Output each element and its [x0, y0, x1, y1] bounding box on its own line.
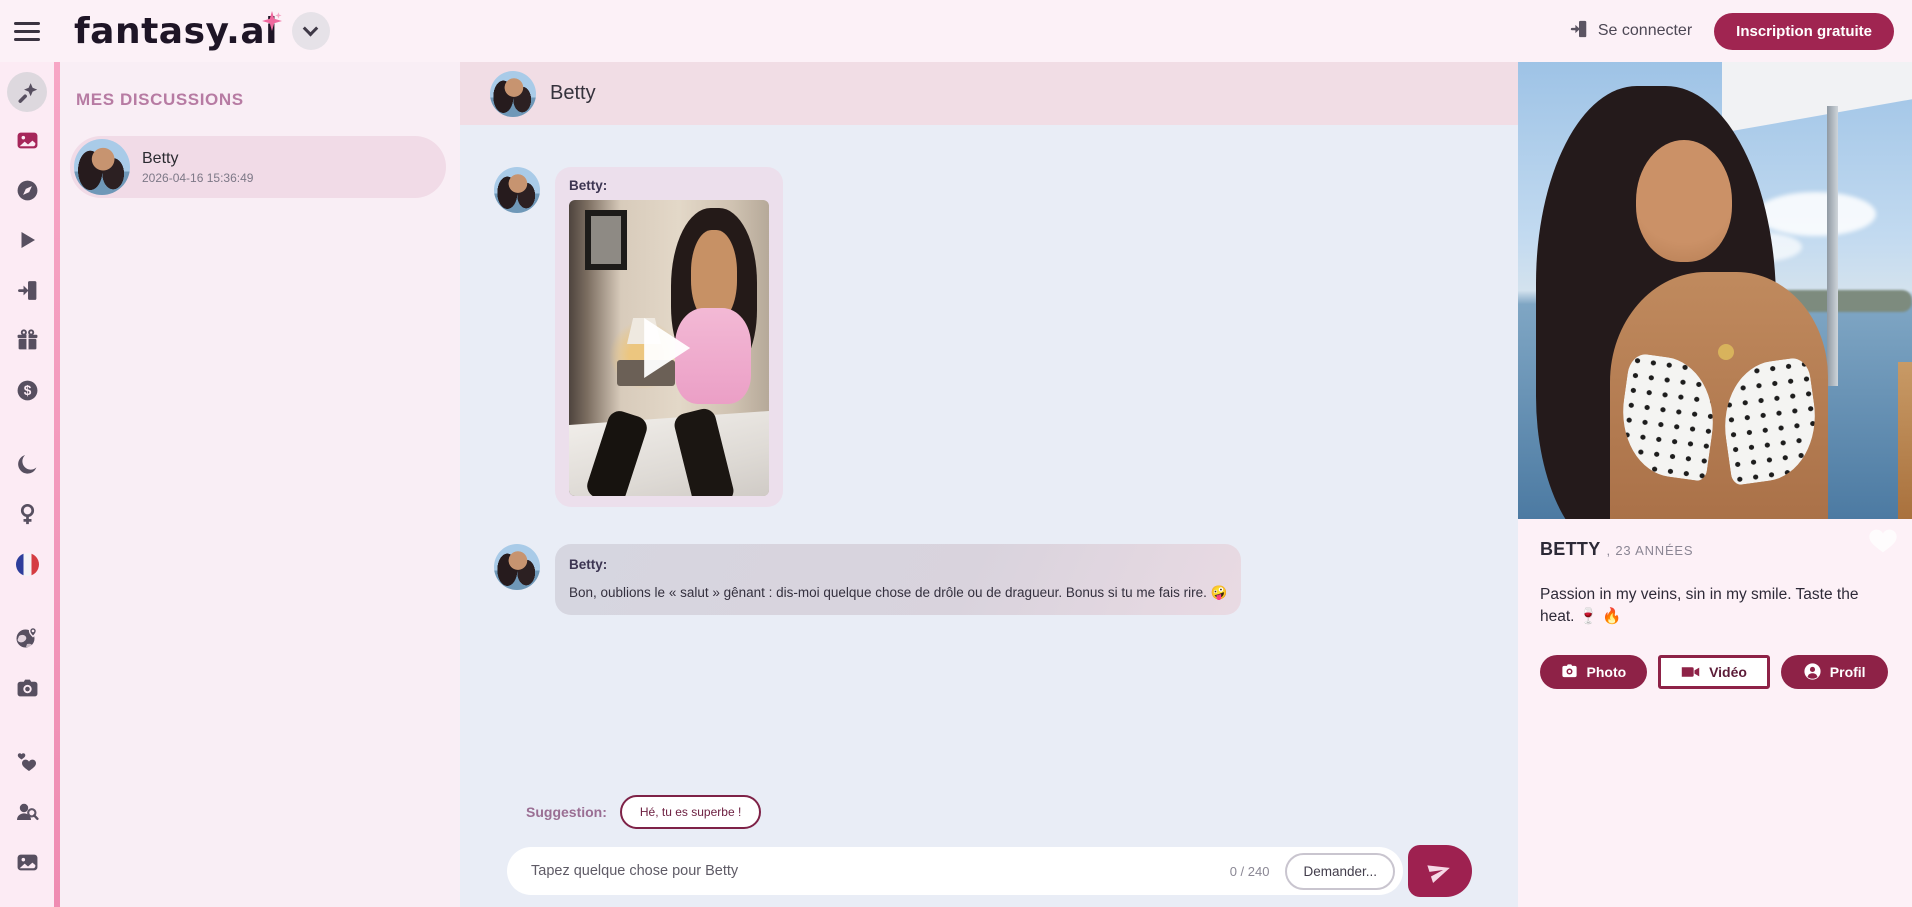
- char-counter: 0 / 240: [1230, 864, 1270, 879]
- suggestion-chip-button[interactable]: Hé, tu es superbe !: [620, 795, 761, 829]
- profile-panel: BETTY , 23 ANNÉES Passion in my veins, s…: [1518, 62, 1912, 907]
- detective-search-icon: [15, 800, 39, 824]
- magic-wand-icon: [16, 81, 39, 104]
- profile-name: BETTY: [1540, 539, 1601, 560]
- svg-text:$: $: [23, 383, 31, 398]
- signup-button[interactable]: Inscription gratuite: [1714, 13, 1894, 50]
- message-bubble-text: Betty: Bon, oublions le « salut » gênant…: [555, 544, 1241, 615]
- play-icon: [16, 229, 38, 251]
- sidebar-item-gallery[interactable]: [7, 122, 47, 158]
- chat-title: Betty: [550, 82, 596, 105]
- discussions-title: MES DISCUSSIONS: [76, 90, 460, 110]
- gallery-icon: [16, 129, 39, 152]
- send-button[interactable]: [1408, 845, 1472, 897]
- profile-age: , 23 ANNÉES: [1607, 543, 1694, 558]
- logo-dropdown-button[interactable]: [292, 12, 330, 50]
- sidebar-item-language[interactable]: [7, 546, 47, 582]
- message-list: Betty:: [460, 125, 1518, 795]
- profile-photo[interactable]: [1518, 62, 1912, 519]
- gallery-alt-icon: [16, 851, 39, 874]
- main-area: $: [0, 62, 1912, 907]
- sidebar-item-credits[interactable]: $: [7, 372, 47, 408]
- hamburger-menu-icon[interactable]: [0, 22, 54, 41]
- chat-panel: Betty Betty:: [460, 62, 1518, 907]
- profile-bio: Passion in my veins, sin in my smile. Ta…: [1540, 584, 1888, 629]
- message-input[interactable]: [531, 863, 1230, 879]
- avatar[interactable]: [494, 167, 540, 213]
- sidebar-item-gift[interactable]: [7, 322, 47, 358]
- sidebar-item-media[interactable]: [7, 844, 47, 880]
- chat-header: Betty: [460, 62, 1518, 125]
- video-button[interactable]: Vidéo: [1658, 655, 1771, 689]
- suggestion-label: Suggestion:: [526, 804, 607, 820]
- sparkle-icon: [262, 0, 282, 40]
- globe-pin-icon: [15, 626, 39, 650]
- login-link[interactable]: Se connecter: [1569, 19, 1692, 44]
- moon-icon: [16, 453, 39, 476]
- dollar-coin-icon: $: [16, 379, 39, 402]
- discussions-panel: MES DISCUSSIONS Betty 2026-04-16 15:36:4…: [60, 62, 460, 907]
- top-header: fantasy.ai Se connecter Inscription grat…: [0, 0, 1912, 62]
- sidebar-item-dark-mode[interactable]: [7, 446, 47, 482]
- gift-icon: [16, 329, 39, 352]
- login-label: Se connecter: [1598, 22, 1692, 40]
- compass-icon: [16, 179, 39, 202]
- play-icon[interactable]: [644, 318, 690, 378]
- sidebar-item-favorites[interactable]: [7, 744, 47, 780]
- ask-button[interactable]: Demander...: [1285, 853, 1395, 890]
- paper-plane-icon: [1424, 855, 1457, 888]
- profile-actions: Photo Vidéo Profil: [1540, 655, 1888, 689]
- message-input-row: 0 / 240 Demander...: [460, 845, 1518, 907]
- sidebar-item-exit[interactable]: [7, 272, 47, 308]
- sidebar-item-compass[interactable]: [7, 172, 47, 208]
- icon-sidebar: $: [0, 62, 54, 907]
- camera-icon: [1561, 664, 1578, 679]
- discussion-timestamp: 2026-04-16 15:36:49: [142, 171, 253, 185]
- app-window: fantasy.ai Se connecter Inscription grat…: [0, 0, 1912, 907]
- avatar: [74, 139, 130, 195]
- sidebar-item-play[interactable]: [7, 222, 47, 258]
- avatar[interactable]: [494, 544, 540, 590]
- sidebar-item-camera[interactable]: [7, 670, 47, 706]
- profil-button[interactable]: Profil: [1781, 655, 1888, 689]
- logo-text: fantasy.ai: [74, 11, 278, 52]
- avatar[interactable]: [490, 71, 536, 117]
- message-sender: Betty:: [569, 178, 769, 193]
- photo-button[interactable]: Photo: [1540, 655, 1647, 689]
- female-symbol-icon: [16, 503, 39, 526]
- sidebar-item-magic-wand[interactable]: [7, 72, 47, 112]
- message-text: Bon, oublions le « salut » gênant : dis-…: [569, 583, 1227, 604]
- message-bubble-video: Betty:: [555, 167, 783, 507]
- message-sender: Betty:: [569, 555, 1227, 576]
- video-camera-icon: [1681, 665, 1700, 679]
- french-flag-icon: [16, 553, 39, 576]
- favorite-heart-icon[interactable]: [1866, 525, 1900, 560]
- sidebar-item-spy[interactable]: [7, 794, 47, 830]
- app-logo[interactable]: fantasy.ai: [74, 11, 278, 52]
- suggestion-row: Suggestion: Hé, tu es superbe !: [460, 795, 1518, 829]
- profile-info: BETTY , 23 ANNÉES Passion in my veins, s…: [1518, 519, 1912, 689]
- chevron-down-icon: [303, 20, 319, 36]
- sidebar-item-location[interactable]: [7, 620, 47, 656]
- message-row: Betty: Bon, oublions le « salut » gênant…: [494, 544, 1518, 615]
- message-input-container: 0 / 240 Demander...: [507, 847, 1403, 895]
- discussion-name: Betty: [142, 150, 253, 168]
- video-thumbnail[interactable]: [569, 200, 769, 496]
- exit-door-icon: [16, 279, 39, 302]
- login-door-icon: [1569, 19, 1589, 44]
- discussion-list-item[interactable]: Betty 2026-04-16 15:36:49: [70, 136, 446, 198]
- camera-icon: [16, 677, 39, 700]
- sidebar-item-gender[interactable]: [7, 496, 47, 532]
- message-row: Betty:: [494, 167, 1518, 507]
- hearts-icon: [15, 750, 39, 774]
- person-icon: [1804, 663, 1821, 680]
